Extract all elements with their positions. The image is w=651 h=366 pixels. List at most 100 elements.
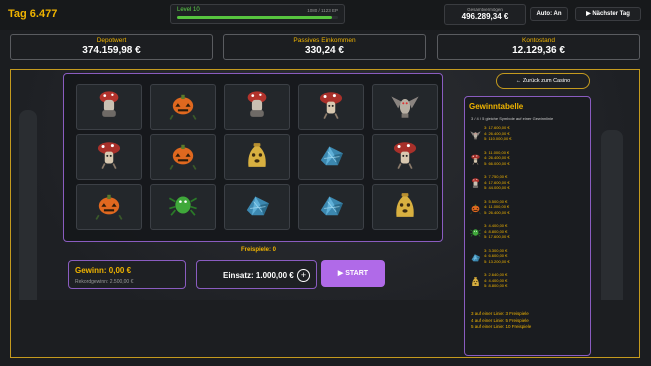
blue-crystal-icon xyxy=(314,138,348,177)
slot-game-area: Freispiele: 0 Gewinn: 0,00 € Rekordgewin… xyxy=(10,69,640,358)
stat-label: Kontostand xyxy=(522,37,555,44)
reel-cell xyxy=(224,184,290,230)
paytable-row: 3: 7.750,00 €4: 17.600,00 €5: 44.000,00 … xyxy=(469,174,569,198)
ghost-bag-icon xyxy=(469,275,481,289)
reel-cell xyxy=(298,84,364,130)
mushroom-creature-icon xyxy=(314,88,348,127)
start-button[interactable]: ▶ START xyxy=(321,260,385,287)
reel-cell xyxy=(150,184,216,230)
paytable-values: 3: 2.640,00 €4: 4.400,00 €5: 8.800,00 € xyxy=(484,272,507,289)
pumpkin-monster-icon xyxy=(166,88,200,127)
paytable-values: 3: 3.300,00 €4: 6.600,00 €5: 13.200,00 € xyxy=(484,248,510,265)
pumpkin-monster-icon xyxy=(92,188,126,227)
mushroom-creature-icon xyxy=(469,153,481,167)
wealth-value: 496.289,34 € xyxy=(461,12,509,21)
reel-cell xyxy=(150,84,216,130)
stat-depot: Depotwert 374.159,98 € xyxy=(10,34,213,60)
ghost-bag-icon xyxy=(388,188,422,227)
reel-cell xyxy=(298,184,364,230)
paytable-values: 3: 11.000,00 €4: 26.400,00 €5: 66.000,00… xyxy=(484,150,510,167)
reel-cell xyxy=(224,84,290,130)
paytable-free-spin-rule: 4 auf einer Linie: 5 Freispiele xyxy=(471,317,529,323)
reel-cell xyxy=(372,134,438,180)
paytable-row: 3: 17.600,00 €4: 26.400,00 €5: 110.000,0… xyxy=(469,125,569,149)
blue-crystal-icon xyxy=(469,251,481,265)
paytable-value: 5: 110.000,00 € xyxy=(484,136,512,141)
reel-cell xyxy=(224,134,290,180)
paytable-title: Gewinntabelle xyxy=(469,102,524,111)
paytable-value: 5: 44.000,00 € xyxy=(484,185,510,190)
gnome-mushroom-icon xyxy=(92,88,126,127)
reel-cell xyxy=(298,134,364,180)
bat-gargoyle-icon xyxy=(469,128,481,142)
paytable-value: 3: 4.400,00 € xyxy=(484,223,508,228)
bet-increase-button[interactable]: + xyxy=(297,269,310,282)
gnome-mushroom-icon xyxy=(469,177,481,191)
reel-cell xyxy=(76,134,142,180)
pumpkin-monster-icon xyxy=(166,138,200,177)
back-to-casino-button[interactable]: ← Zurück zum Casino xyxy=(496,73,590,89)
paytable-value: 3: 2.640,00 € xyxy=(484,272,508,277)
paytable-row: 3: 5.500,00 €4: 11.000,00 €5: 26.400,00 … xyxy=(469,199,569,223)
paytable-free-spin-rule: 5 auf einer Linie: 10 Freispiele xyxy=(471,324,532,329)
paytable-value: 3: 17.600,00 € xyxy=(484,125,510,130)
next-day-button[interactable]: ▶ Nächster Tag xyxy=(575,7,641,21)
paytable-value: 5: 8.800,00 € xyxy=(484,283,508,288)
paytable-value: 4: 26.400,00 € xyxy=(484,155,510,160)
wealth-panel: Gesamtvermögen 496.289,34 € xyxy=(444,4,526,25)
paytable-value: 5: 13.200,00 € xyxy=(484,258,510,264)
free-spins-label: Freispiele: 0 xyxy=(241,247,277,253)
reel-cell xyxy=(372,184,438,230)
win-panel: Gewinn: 0,00 € Rekordgewinn: 2.500,00 € xyxy=(68,260,186,289)
paytable-subtitle: 3 / 4 / 5 gleiche Symbole auf einer Gewi… xyxy=(471,116,554,121)
bet-label: Einsatz: 1.000,00 € xyxy=(223,271,294,280)
level-progress-bar xyxy=(177,16,338,19)
stat-value: 12.129,36 € xyxy=(512,45,565,56)
stat-label: Passives Einkommen xyxy=(293,37,356,44)
bat-gargoyle-icon xyxy=(388,88,422,127)
reel-cell xyxy=(76,184,142,230)
paytable-value: 4: 11.000,00 € xyxy=(484,204,510,209)
level-label: Level 10 xyxy=(177,7,200,13)
stat-label: Depotwert xyxy=(96,37,127,44)
day-counter: Tag 6.477 xyxy=(8,8,58,20)
record-label: Rekordgewinn: 2.500,00 € xyxy=(75,279,134,285)
win-label: Gewinn: 0,00 € xyxy=(75,266,132,275)
reel-cell xyxy=(150,134,216,180)
paytable-row: 3: 3.300,00 €4: 6.600,00 €5: 13.200,00 € xyxy=(469,248,569,272)
level-progress-fill xyxy=(177,16,332,19)
reel-cell xyxy=(76,84,142,130)
green-spider-icon xyxy=(166,188,200,227)
stat-passive-income: Passives Einkommen 330,24 € xyxy=(223,34,426,60)
stat-balance: Kontostand 12.129,36 € xyxy=(437,34,640,60)
paytable-row: 3: 4.400,00 €4: 8.800,00 €5: 17.600,00 € xyxy=(469,223,569,247)
paytable-values: 3: 5.500,00 €4: 11.000,00 €5: 26.400,00 … xyxy=(484,199,510,216)
paytable-value: 5: 66.000,00 € xyxy=(484,160,510,166)
paytable-row: 3: 2.640,00 €4: 4.400,00 €5: 8.800,00 € xyxy=(469,272,569,296)
paytable-panel: Gewinntabelle 3 / 4 / 5 gleiche Symbole … xyxy=(464,96,591,356)
paytable-values: 3: 7.750,00 €4: 17.600,00 €5: 44.000,00 … xyxy=(484,174,510,191)
reel-cell xyxy=(372,84,438,130)
paytable-value: 5: 26.400,00 € xyxy=(484,209,510,215)
paytable-values: 3: 17.600,00 €4: 26.400,00 €5: 110.000,0… xyxy=(484,125,512,142)
auto-toggle-button[interactable]: Auto: An xyxy=(530,7,568,21)
bet-panel: Einsatz: 1.000,00 € + xyxy=(196,260,317,289)
pumpkin-monster-icon xyxy=(469,202,481,216)
stat-value: 330,24 € xyxy=(305,45,344,56)
paytable-row: 3: 11.000,00 €4: 26.400,00 €5: 66.000,00… xyxy=(469,150,569,174)
paytable-value: 5: 17.600,00 € xyxy=(484,234,510,239)
paytable-values: 3: 4.400,00 €4: 8.800,00 €5: 17.600,00 € xyxy=(484,223,510,240)
mushroom-creature-icon xyxy=(388,138,422,177)
blue-crystal-icon xyxy=(240,188,274,227)
top-bar: Tag 6.477 Level 10 1080 / 1123 EP Gesamt… xyxy=(0,0,651,30)
level-panel: Level 10 1080 / 1123 EP xyxy=(170,4,345,24)
gnome-mushroom-icon xyxy=(240,88,274,127)
green-spider-icon xyxy=(469,226,481,240)
blue-crystal-icon xyxy=(314,188,348,227)
mushroom-creature-icon xyxy=(92,138,126,177)
stat-value: 374.159,98 € xyxy=(82,45,141,56)
paytable-value: 4: 6.600,00 € xyxy=(484,253,508,258)
ghost-bag-icon xyxy=(240,138,274,177)
slot-reels xyxy=(63,73,443,242)
level-xp: 1080 / 1123 EP xyxy=(307,8,338,13)
